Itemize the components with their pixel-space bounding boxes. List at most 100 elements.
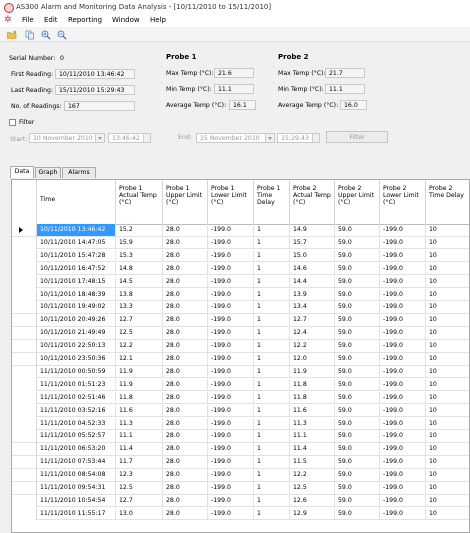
cell-probe2-upper-limit[interactable]: 59.0 (335, 224, 380, 236)
cell-probe2-lower-limit[interactable]: -199.0 (380, 391, 426, 404)
table-row[interactable]: 11/11/2010 03:52:16 11.6 28.0 -199.0 1 11.6 59… (12, 404, 469, 418)
table-row[interactable]: 11/11/2010 11:55:17 13.0 28.0 -199.0 1 12.9 59… (12, 507, 469, 521)
filter-checkbox[interactable] (9, 119, 16, 126)
row-header[interactable] (12, 391, 37, 404)
cell-probe2-upper-limit[interactable]: 59.0 (335, 288, 380, 301)
table-row[interactable]: 10/11/2010 22:50:13 12.2 28.0 -199.0 1 12.2 59… (12, 340, 469, 353)
cell-time[interactable]: 10/11/2010 21:49:49 (37, 327, 116, 340)
cell-probe1-actual-temp[interactable]: 11.7 (116, 456, 163, 469)
spinner-arrows-icon[interactable] (143, 134, 150, 142)
cell-probe2-lower-limit[interactable]: -199.0 (380, 314, 426, 327)
cell-probe1-upper-limit[interactable]: 28.0 (163, 469, 208, 482)
zoom-out-icon[interactable] (56, 29, 68, 41)
cell-probe2-lower-limit[interactable]: -199.0 (380, 482, 426, 494)
row-header[interactable] (12, 262, 37, 275)
cell-probe2-actual-temp[interactable]: 11.4 (290, 443, 335, 456)
row-header[interactable] (12, 365, 37, 378)
row-header[interactable] (12, 443, 37, 456)
table-row[interactable]: 11/11/2010 09:54:31 12.5 28.0 -199.0 1 12.5 59… (12, 482, 469, 495)
cell-probe1-actual-temp[interactable]: 12.7 (116, 494, 163, 507)
cell-probe2-upper-limit[interactable]: 59.0 (335, 456, 380, 469)
cell-probe1-lower-limit[interactable]: -199.0 (208, 275, 254, 288)
cell-probe2-time-delay[interactable]: 10 (426, 314, 469, 326)
cell-probe1-upper-limit[interactable]: 28.0 (163, 417, 208, 430)
cell-probe1-upper-limit[interactable]: 28.0 (163, 507, 208, 520)
cell-probe1-upper-limit[interactable]: 28.0 (163, 391, 208, 404)
row-header[interactable] (12, 456, 37, 469)
cell-probe2-time-delay[interactable]: 10 (426, 263, 469, 275)
cell-probe2-time-delay[interactable]: 10 (426, 353, 469, 365)
cell-probe2-actual-temp[interactable]: 12.7 (290, 314, 335, 327)
cell-probe2-actual-temp[interactable]: 14.4 (290, 275, 335, 288)
cell-probe1-time-delay[interactable]: 1 (254, 262, 290, 275)
column-header-probe1-upper-limit[interactable]: Probe 1 Upper Limit (°C) (163, 180, 208, 224)
cell-time[interactable]: 11/11/2010 05:52:57 (37, 430, 116, 443)
cell-probe2-actual-temp[interactable]: 12.6 (290, 494, 335, 507)
cell-probe1-actual-temp[interactable]: 15.9 (116, 236, 163, 249)
row-header[interactable] (12, 378, 37, 391)
cell-time[interactable]: 11/11/2010 02:51:46 (37, 391, 116, 404)
cell-probe1-upper-limit[interactable]: 28.0 (163, 236, 208, 249)
cell-probe2-lower-limit[interactable]: -199.0 (380, 327, 426, 340)
cell-probe1-lower-limit[interactable]: -199.0 (208, 353, 254, 365)
cell-probe2-lower-limit[interactable]: -199.0 (380, 469, 426, 482)
cell-probe1-lower-limit[interactable]: -199.0 (208, 443, 254, 456)
cell-time[interactable]: 10/11/2010 19:49:02 (37, 301, 116, 314)
cell-probe1-lower-limit[interactable]: -199.0 (208, 404, 254, 417)
cell-probe1-upper-limit[interactable]: 28.0 (163, 275, 208, 288)
cell-probe1-lower-limit[interactable]: -199.0 (208, 430, 254, 443)
table-row[interactable]: 10/11/2010 16:47:52 14.8 28.0 -199.0 1 14.6 59… (12, 262, 469, 276)
cell-probe2-lower-limit[interactable]: -199.0 (380, 275, 426, 288)
cell-probe1-actual-temp[interactable]: 11.9 (116, 365, 163, 378)
end-date-picker[interactable]: 15 November 2010 (196, 133, 275, 143)
table-row[interactable]: 11/11/2010 05:52:57 11.1 28.0 -199.0 1 11.1 59… (12, 430, 469, 443)
cell-probe2-upper-limit[interactable]: 59.0 (335, 236, 380, 249)
row-header[interactable] (12, 236, 37, 249)
cell-probe1-lower-limit[interactable]: -199.0 (208, 417, 254, 430)
cell-probe2-upper-limit[interactable]: 59.0 (335, 507, 380, 520)
cell-probe1-upper-limit[interactable]: 28.0 (163, 314, 208, 327)
cell-probe2-actual-temp[interactable]: 12.4 (290, 327, 335, 340)
cell-probe1-upper-limit[interactable]: 28.0 (163, 340, 208, 353)
row-header[interactable] (12, 288, 37, 301)
cell-probe2-upper-limit[interactable]: 59.0 (335, 430, 380, 443)
cell-probe2-time-delay[interactable]: 10 (426, 237, 469, 249)
cell-probe1-lower-limit[interactable]: -199.0 (208, 365, 254, 378)
row-header[interactable] (12, 430, 37, 443)
cell-probe2-time-delay[interactable]: 10 (426, 469, 469, 481)
cell-probe2-upper-limit[interactable]: 59.0 (335, 417, 380, 430)
cell-time[interactable]: 10/11/2010 15:47:28 (37, 249, 116, 262)
cell-probe1-lower-limit[interactable]: -199.0 (208, 288, 254, 301)
cell-probe1-time-delay[interactable]: 1 (254, 236, 290, 249)
cell-probe2-time-delay[interactable]: 10 (426, 250, 469, 262)
column-header-time[interactable]: Time (37, 180, 116, 224)
cell-probe1-time-delay[interactable]: 1 (254, 224, 290, 236)
cell-time[interactable]: 11/11/2010 01:51:23 (37, 378, 116, 391)
cell-probe2-lower-limit[interactable]: -199.0 (380, 404, 426, 417)
cell-probe1-actual-temp[interactable]: 11.4 (116, 443, 163, 456)
cell-probe2-time-delay[interactable]: 10 (426, 327, 469, 339)
cell-probe2-lower-limit[interactable]: -199.0 (380, 301, 426, 314)
cell-probe1-time-delay[interactable]: 1 (254, 301, 290, 314)
cell-probe2-lower-limit[interactable]: -199.0 (380, 365, 426, 378)
cell-probe2-time-delay[interactable]: 10 (426, 456, 469, 468)
cell-probe1-upper-limit[interactable]: 28.0 (163, 224, 208, 236)
row-header[interactable] (12, 224, 37, 236)
cell-probe1-upper-limit[interactable]: 28.0 (163, 301, 208, 314)
table-row[interactable]: 10/11/2010 20:49:26 12.7 28.0 -199.0 1 12.7 59… (12, 314, 469, 327)
cell-probe2-lower-limit[interactable]: -199.0 (380, 224, 426, 236)
cell-probe2-actual-temp[interactable]: 13.9 (290, 288, 335, 301)
cell-probe1-actual-temp[interactable]: 12.3 (116, 469, 163, 482)
row-header[interactable] (12, 327, 37, 340)
cell-probe1-time-delay[interactable]: 1 (254, 430, 290, 443)
cell-probe2-lower-limit[interactable]: -199.0 (380, 378, 426, 391)
cell-time[interactable]: 11/11/2010 09:54:31 (37, 482, 116, 494)
cell-probe2-lower-limit[interactable]: -199.0 (380, 236, 426, 249)
cell-probe1-time-delay[interactable]: 1 (254, 353, 290, 365)
row-header[interactable] (12, 275, 37, 288)
cell-probe1-time-delay[interactable]: 1 (254, 494, 290, 507)
cell-probe1-time-delay[interactable]: 1 (254, 443, 290, 456)
table-row[interactable]: 10/11/2010 13:46:42 15.2 28.0 -199.0 1 14.9 59… (12, 224, 469, 237)
cell-probe2-time-delay[interactable]: 10 (426, 289, 469, 301)
cell-probe2-actual-temp[interactable]: 13.4 (290, 301, 335, 314)
